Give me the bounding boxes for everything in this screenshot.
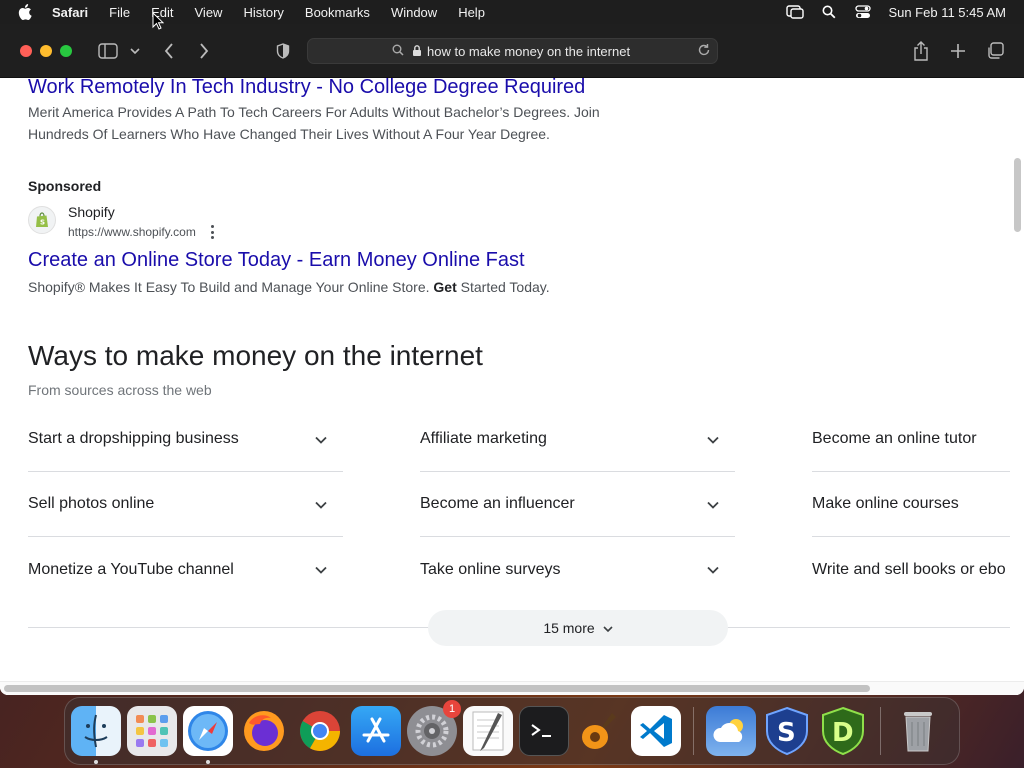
svg-text:S: S [40, 219, 45, 227]
share-icon[interactable] [911, 40, 931, 62]
sidebar-toggle-icon[interactable] [97, 40, 119, 62]
window-controls [20, 45, 72, 57]
lock-icon [412, 44, 422, 60]
show-more-button[interactable]: 15 more [428, 610, 728, 646]
chevron-down-icon [707, 496, 719, 514]
trash-icon[interactable] [893, 706, 943, 756]
ad-shopify-description-text: Shopify® Makes It Easy To Build and Mana… [28, 279, 430, 295]
launchpad-icon[interactable] [127, 706, 177, 756]
search-icon [392, 44, 404, 59]
close-window-button[interactable] [20, 45, 32, 57]
accordion-item-label: Sell photos online [28, 495, 155, 512]
accordion-item[interactable]: Write and sell books or ebo [812, 537, 1010, 602]
accordion-item-label: Affiliate marketing [420, 430, 547, 447]
accordion-item-label: Become an online tutor [812, 430, 977, 447]
menu-bookmarks[interactable]: Bookmarks [305, 5, 370, 20]
svg-text:S: S [777, 718, 796, 748]
minimize-window-button[interactable] [40, 45, 52, 57]
web-page: Work Remotely In Tech Industry - No Coll… [0, 78, 1010, 695]
menu-safari[interactable]: Safari [52, 5, 88, 20]
accordion-item-label: Make online courses [812, 495, 959, 512]
new-tab-icon[interactable] [948, 40, 968, 62]
menu-help[interactable]: Help [458, 5, 485, 20]
accordion-item[interactable]: Sell photos online [28, 472, 343, 537]
ad-site-name: Shopify [68, 204, 115, 220]
dock: 1 S D [64, 697, 960, 765]
ad-shopify-description-end: Started Today. [460, 279, 550, 295]
screen-mirroring-icon[interactable] [786, 5, 805, 19]
accordion-item[interactable]: Make online courses [812, 472, 1010, 537]
accordion-item-label: Monetize a YouTube channel [28, 560, 234, 578]
menu-history[interactable]: History [243, 5, 283, 20]
d-app-icon[interactable]: D [818, 706, 868, 756]
address-bar[interactable]: how to make money on the internet [307, 38, 718, 64]
reload-icon[interactable] [697, 43, 711, 60]
vertical-scrollbar-thumb[interactable] [1014, 158, 1021, 232]
chevron-down-icon[interactable] [129, 40, 141, 62]
vertical-scrollbar[interactable] [1010, 78, 1024, 695]
firefox-icon[interactable] [239, 706, 289, 756]
garageband-icon[interactable] [575, 706, 625, 756]
accordion-item[interactable]: Monetize a YouTube channel [28, 537, 343, 602]
back-icon[interactable] [160, 40, 178, 62]
address-bar-url: how to make money on the internet [427, 44, 631, 59]
safari-window: how to make money on the internet Work R… [0, 24, 1024, 695]
ad-shopify-link[interactable]: Create an Online Store Today - Earn Mone… [28, 249, 525, 272]
show-more-label: 15 more [543, 620, 595, 636]
mouse-cursor-icon [152, 11, 165, 35]
accordion-item[interactable]: Become an influencer [420, 472, 735, 537]
control-center-icon[interactable] [854, 5, 872, 19]
tab-overview-icon[interactable] [985, 40, 1005, 62]
accordion-item[interactable]: Take online surveys [420, 537, 735, 602]
ad-merit-america-description: Merit America Provides A Path To Tech Ca… [28, 104, 600, 142]
forward-icon[interactable] [195, 40, 213, 62]
accordion-item[interactable]: Start a dropshipping business [28, 407, 343, 472]
privacy-shield-icon[interactable] [274, 40, 292, 62]
ways-section-subtitle: From sources across the web [28, 382, 212, 398]
terminal-icon[interactable] [519, 706, 569, 756]
app-store-icon[interactable] [351, 706, 401, 756]
s-app-icon[interactable]: S [762, 706, 812, 756]
vscode-icon[interactable] [631, 706, 681, 756]
dock-separator [880, 707, 881, 755]
ways-section-title: Ways to make money on the internet [28, 340, 483, 371]
accordion-item[interactable]: Become an online tutor [812, 407, 1010, 472]
system-settings-icon[interactable]: 1 [407, 700, 461, 756]
accordion-item-label: Become an influencer [420, 495, 575, 512]
spotlight-search-icon[interactable] [820, 5, 838, 19]
menu-bar-clock[interactable]: Sun Feb 11 5:45 AM [888, 5, 1006, 20]
chevron-down-icon [707, 431, 719, 449]
accordion-item-label: Start a dropshipping business [28, 430, 239, 447]
chevron-down-icon [315, 561, 327, 579]
notification-badge: 1 [443, 700, 461, 718]
more-options-icon[interactable] [208, 224, 216, 240]
chevron-down-icon [603, 620, 613, 636]
chrome-icon[interactable] [295, 706, 345, 756]
finder-icon[interactable] [71, 706, 121, 764]
svg-text:D: D [832, 718, 854, 748]
ad-shopify-description: Shopify® Makes It Easy To Build and Mana… [28, 276, 628, 298]
accordion-item-label: Write and sell books or ebo [812, 560, 1006, 578]
safari-icon[interactable] [183, 706, 233, 764]
weather-icon[interactable] [706, 706, 756, 756]
sponsored-label: Sponsored [28, 178, 102, 194]
chevron-down-icon [707, 561, 719, 579]
accordion-item-label: Take online surveys [420, 560, 561, 578]
dock-separator [693, 707, 694, 755]
ad-site-url: https://www.shopify.com [68, 225, 196, 239]
chevron-down-icon [315, 431, 327, 449]
zoom-window-button[interactable] [60, 45, 72, 57]
apple-menu-icon[interactable] [18, 4, 36, 20]
ad-merit-america-link[interactable]: Work Remotely In Tech Industry - No Coll… [28, 78, 585, 99]
menu-window[interactable]: Window [391, 5, 437, 20]
horizontal-scrollbar-thumb[interactable] [4, 685, 870, 692]
accordion-item[interactable]: Affiliate marketing [420, 407, 735, 472]
ad-shopify-description-bold: Get [433, 279, 457, 295]
horizontal-scrollbar[interactable] [0, 681, 1024, 695]
menu-view[interactable]: View [195, 5, 223, 20]
shopify-favicon-icon: S [28, 206, 56, 234]
textedit-icon[interactable] [463, 706, 513, 756]
menu-file[interactable]: File [109, 5, 130, 20]
chevron-down-icon [315, 496, 327, 514]
